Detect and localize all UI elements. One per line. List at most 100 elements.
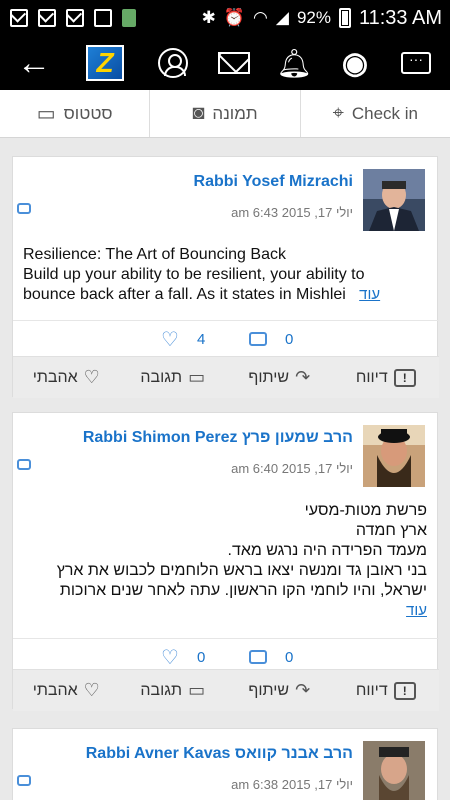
read-more-link[interactable]: עוד [406, 602, 427, 619]
post-actions: ! דיווח ↷ שיתוף ▭ תגובה ♡ אהבתי [13, 356, 439, 398]
post-text-line: פרשת מטות-מסעי [304, 502, 427, 519]
comment-tag-icon [17, 203, 31, 214]
app-bar: ← Z 🔔︎ ◉ ··· [0, 36, 450, 90]
post-date: יולי 17, 2015 6:40 am [231, 461, 353, 476]
feed-post: Rabbi Avner Kavas הרב אבנר קוואס יולי 17… [12, 728, 438, 800]
heart-outline-icon: ♡ [161, 646, 179, 669]
comment-icon: ▭ [188, 680, 206, 700]
heart-outline-icon: ♡ [161, 328, 179, 351]
report-button[interactable]: ! דיווח [333, 357, 440, 398]
tab-check-in-label: Check in [351, 103, 419, 123]
chat-icon[interactable]: ··· [398, 36, 434, 90]
comment-icon [249, 332, 267, 346]
wifi-icon: ◠ [253, 8, 268, 27]
post-text-line: ישראל, והיו לוחמי הקו הראשון. עתה לאחר ש… [59, 582, 427, 599]
likes-count[interactable]: ♡ 4 [161, 321, 205, 357]
share-arrow-icon: ↷ [295, 367, 311, 387]
share-button[interactable]: ↷ שיתוף [226, 670, 333, 711]
post-composer-tabs: ▭ סטטוס ◙ תמונה ⌖ Check in [0, 90, 450, 138]
post-header: Rabbi Shimon Perez הרב שמעון פרץ יולי 17… [13, 413, 437, 497]
feed-post: Rabbi Shimon Perez הרב שמעון פרץ יולי 17… [12, 412, 439, 711]
reply-label: תגובה [140, 368, 183, 386]
comments-count[interactable]: 0 [249, 321, 293, 357]
share-button[interactable]: ↷ שיתוף [226, 357, 333, 398]
report-icon: ! [393, 681, 416, 700]
image-notification-icon [94, 9, 112, 27]
tab-photo[interactable]: ◙ תמונה [150, 90, 301, 137]
comment-tag-icon [17, 459, 31, 470]
post-text-line: bounce back after a fall. As it states i… [23, 285, 427, 305]
notifications-bell-icon[interactable]: 🔔︎ [276, 36, 312, 90]
app-notification-icon [122, 9, 136, 27]
report-icon: ! [393, 368, 416, 387]
tab-status-label: סטטוס [63, 103, 113, 123]
app-logo[interactable]: Z [86, 36, 124, 90]
feed-rss-icon[interactable]: ◉ [338, 36, 372, 90]
post-text-line-content: bounce back after a fall. As it states i… [23, 286, 346, 303]
comment-icon [249, 650, 267, 664]
post-stats: ♡ 4 0 [13, 320, 439, 356]
share-label: שיתוף [248, 368, 290, 386]
like-label: אהבתי [32, 681, 78, 699]
location-pin-icon: ⌖ [332, 102, 344, 124]
share-label: שיתוף [248, 681, 290, 699]
like-button[interactable]: ♡ אהבתי [13, 357, 120, 398]
post-body: פרשת מטות-מסעי ארץ חמדה מעמד הפרידה היה … [13, 497, 437, 621]
messages-icon[interactable] [216, 36, 252, 90]
status-bar: ✱ ⏰ ◠ ◢ 92% 11:33 AM [0, 0, 450, 36]
post-date: יולי 17, 2015 6:43 am [231, 205, 353, 220]
back-arrow-icon[interactable]: ← [14, 36, 54, 90]
logo-letter: Z [86, 45, 124, 81]
post-header: Rabbi Avner Kavas הרב אבנר קוואס יולי 17… [13, 729, 437, 800]
likes-count-value: 4 [196, 330, 206, 348]
like-button[interactable]: ♡ אהבתי [13, 670, 120, 711]
post-header: Rabbi Yosef Mizrachi יולי 17, 2015 6:43 … [13, 157, 437, 241]
post-author[interactable]: Rabbi Shimon Perez הרב שמעון פרץ [83, 429, 353, 447]
mail-notification-icon [66, 9, 84, 27]
post-text-line: Resilience: The Art of Bouncing Back [23, 246, 286, 263]
avatar[interactable] [363, 169, 425, 231]
reply-button[interactable]: ▭ תגובה [120, 357, 227, 398]
post-text-line: בני ראובן גד ומנשה יצאו בראש הלוחמים לכב… [56, 562, 427, 579]
likes-count-value: 0 [196, 648, 206, 666]
post-body: Resilience: The Art of Bouncing Back Bui… [13, 241, 437, 305]
report-button[interactable]: ! דיווח [333, 670, 440, 711]
tab-check-in[interactable]: ⌖ Check in [301, 90, 450, 137]
feed-post: Rabbi Yosef Mizrachi יולי 17, 2015 6:43 … [12, 156, 439, 398]
comment-icon: ▭ [188, 367, 206, 387]
comments-count-value: 0 [285, 330, 294, 348]
clock: 11:33 AM [358, 6, 442, 29]
tab-photo-label: תמונה [212, 103, 258, 123]
heart-outline-icon: ♡ [83, 680, 100, 700]
bluetooth-icon: ✱ [201, 8, 216, 27]
alarm-icon: ⏰ [223, 8, 246, 27]
report-label: דיווח [355, 368, 388, 386]
avatar[interactable] [363, 741, 425, 800]
post-date: יולי 17, 2015 6:38 am [231, 777, 353, 792]
mail-notification-icon [10, 9, 28, 27]
read-more-link[interactable]: עוד [359, 286, 380, 303]
profile-icon[interactable] [156, 36, 190, 90]
signal-icon: ◢ [275, 8, 289, 27]
reply-button[interactable]: ▭ תגובה [120, 670, 227, 711]
post-text-line: מעמד הפרידה היה נרגש מאד. [227, 542, 428, 559]
avatar[interactable] [363, 425, 425, 487]
post-text-line: Build up your ability to be resilient, y… [23, 266, 365, 283]
post-actions: ! דיווח ↷ שיתוף ▭ תגובה ♡ אהבתי [13, 669, 439, 711]
reply-label: תגובה [140, 681, 183, 699]
camera-icon: ◙ [192, 102, 205, 124]
mail-notification-icon [38, 9, 56, 27]
post-author[interactable]: Rabbi Avner Kavas הרב אבנר קוואס [86, 745, 353, 763]
comments-count-value: 0 [285, 648, 294, 666]
speech-bubble-icon: ▭ [36, 103, 56, 125]
battery-icon [338, 8, 351, 28]
comment-tag-icon [17, 775, 31, 786]
battery-percent: 92% [296, 8, 331, 27]
post-author[interactable]: Rabbi Yosef Mizrachi [194, 173, 353, 191]
tab-status[interactable]: ▭ סטטוס [0, 90, 151, 137]
post-text-line: ארץ חמדה [355, 522, 427, 539]
report-label: דיווח [355, 681, 388, 699]
heart-outline-icon: ♡ [83, 367, 100, 387]
like-label: אהבתי [32, 368, 78, 386]
share-arrow-icon: ↷ [295, 680, 311, 700]
